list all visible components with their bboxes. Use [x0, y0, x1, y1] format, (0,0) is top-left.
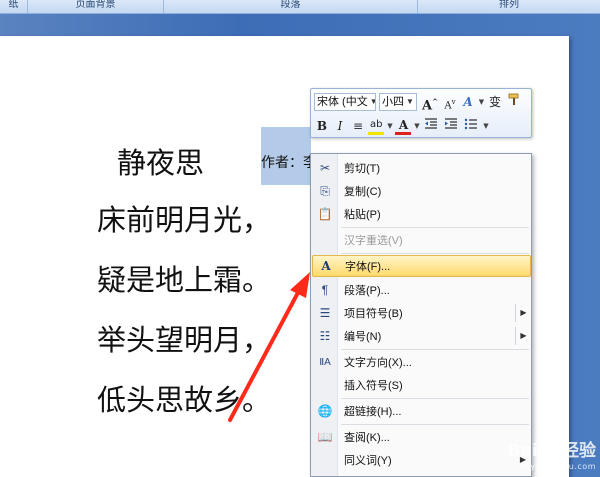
ribbon-group-paragraph[interactable]: 段落	[164, 0, 418, 13]
italic-button[interactable]: I	[332, 117, 348, 135]
submenu-arrow-icon[interactable]: ▶	[515, 327, 531, 345]
menu-item-label: 插入符号(S)	[344, 380, 403, 392]
increase-indent-icon	[445, 118, 458, 129]
menu-item-label: 文字方向(X)...	[344, 357, 412, 369]
menu-item-label: 超链接(H)...	[344, 406, 402, 418]
numbering-icon: ☷	[319, 329, 331, 343]
copy-icon: ⎘	[320, 183, 330, 198]
menu-separator	[341, 349, 529, 350]
poem-line[interactable]: 疑是地上霜。	[97, 257, 271, 299]
bullets-icon	[465, 118, 478, 130]
submenu-arrow-icon[interactable]: ▶	[515, 304, 531, 322]
menu-item-synonyms[interactable]: 同义词(Y) ▶	[312, 449, 531, 471]
ribbon-group-arrange[interactable]: 排列	[418, 0, 600, 13]
menu-item-paste[interactable]: 📋 粘贴(P)	[312, 203, 531, 225]
ribbon-group-label: 纸	[8, 0, 19, 10]
font-color-icon: A	[398, 117, 409, 132]
bullets-button[interactable]	[462, 117, 480, 135]
poem-line[interactable]: 床前明月光，	[97, 197, 271, 239]
chevron-down-icon[interactable]: ▼	[386, 117, 393, 135]
menu-item-copy[interactable]: ⎘ 复制(C)	[312, 180, 531, 202]
paragraph-icon: ¶	[321, 283, 329, 297]
chevron-down-icon[interactable]: ▼	[413, 117, 420, 135]
menu-item-label: 查阅(K)...	[344, 432, 390, 444]
ribbon-group-label: 页面背景	[75, 0, 116, 10]
grow-font-button[interactable]: A^	[420, 93, 440, 114]
bold-button[interactable]: B	[314, 117, 330, 135]
menu-separator	[341, 398, 529, 399]
ribbon-strip: 纸 页面背景 段落 排列	[0, 0, 600, 14]
font-color-button[interactable]: A	[395, 117, 412, 135]
book-icon: 📖	[317, 430, 333, 444]
menu-item-label: 字体(F)...	[345, 261, 391, 273]
poem-line[interactable]: 低头思故乡。	[97, 377, 271, 419]
menu-item-paragraph[interactable]: ¶ 段落(P)...	[312, 279, 531, 301]
ribbon-group-paper[interactable]: 纸	[0, 0, 28, 13]
context-menu: ✂ 剪切(T) ⎘ 复制(C) 📋 粘贴(P) 汉字重选(V) A 字体(F).…	[310, 153, 532, 477]
shrink-font-button[interactable]: Av	[442, 93, 458, 111]
grow-font-icon: A	[422, 98, 433, 114]
menu-item-label: 复制(C)	[344, 186, 382, 198]
format-painter-icon	[508, 93, 519, 105]
chevron-down-icon[interactable]: ▼	[478, 93, 485, 111]
font-size-combo[interactable]: 小四 ▼	[379, 93, 417, 111]
chevron-down-icon: ▼	[406, 97, 414, 106]
menu-item-label: 汉字重选(V)	[344, 235, 403, 247]
globe-icon: 🌐	[317, 404, 333, 418]
bullets-icon: ☰	[319, 306, 331, 320]
text-direction-icon: ⅡA	[319, 356, 331, 368]
text-styles-button[interactable]: A	[460, 93, 476, 111]
phonetic-icon: 变	[488, 95, 501, 109]
styles-icon: A	[463, 95, 473, 109]
center-align-button[interactable]: ≡	[350, 117, 366, 135]
menu-item-label: 编号(N)	[344, 331, 382, 343]
mini-format-toolbar: 宋体 (中文 ▼ 小四 ▼ A^ Av A ▼ 变 B I ≡ ab ▼ A ▼	[310, 88, 532, 138]
font-name-value: 宋体 (中文	[317, 96, 368, 108]
menu-item-label: 项目符号(B)	[344, 308, 403, 320]
highlight-button[interactable]: ab	[368, 118, 385, 135]
menu-item-bullets[interactable]: ☰ 项目符号(B) ▶	[312, 302, 531, 324]
poem-line[interactable]: 举头望明月，	[97, 317, 271, 359]
increase-indent-button[interactable]	[442, 117, 460, 135]
format-painter-button[interactable]	[505, 93, 523, 111]
ribbon-group-page-background[interactable]: 页面背景	[28, 0, 164, 13]
decrease-indent-button[interactable]	[422, 117, 440, 135]
poem-title[interactable]: 静夜思	[117, 140, 204, 182]
menu-item-reconvert: 汉字重选(V)	[312, 229, 531, 251]
watermark-url: jingyan.baidu.com	[513, 462, 596, 471]
decrease-indent-icon	[425, 118, 438, 129]
paste-icon: 📋	[317, 207, 333, 221]
menu-item-lookup[interactable]: 📖 查阅(K)...	[312, 426, 531, 448]
menu-item-insert-symbol[interactable]: 插入符号(S)	[312, 374, 531, 396]
menu-item-label: 同义词(Y)	[344, 455, 392, 467]
menu-item-numbering[interactable]: ☷ 编号(N) ▶	[312, 325, 531, 347]
menu-item-font[interactable]: A 字体(F)...	[312, 255, 531, 277]
menu-item-label: 粘贴(P)	[344, 209, 381, 221]
shrink-font-icon: A	[444, 100, 452, 112]
menu-separator	[341, 227, 529, 228]
phonetic-guide-button[interactable]: 变	[487, 93, 503, 111]
highlight-icon: ab	[370, 118, 383, 130]
ribbon-group-label: 段落	[280, 0, 301, 10]
menu-item-label: 剪切(T)	[344, 163, 381, 175]
font-icon: A	[321, 259, 331, 273]
chevron-down-icon: ▼	[370, 94, 375, 110]
watermark-brand: Baidu经验	[507, 441, 596, 461]
font-size-value: 小四	[382, 96, 404, 108]
menu-item-hyperlink[interactable]: 🌐 超链接(H)...	[312, 400, 531, 422]
scissors-icon: ✂	[319, 161, 331, 175]
menu-item-text-direction[interactable]: ⅡA 文字方向(X)...	[312, 351, 531, 373]
menu-item-cut[interactable]: ✂ 剪切(T)	[312, 157, 531, 179]
menu-separator	[341, 253, 529, 254]
ribbon-group-label: 排列	[499, 0, 519, 10]
baidu-watermark: Baidu经验 jingyan.baidu.com	[507, 443, 596, 475]
poem-author[interactable]: 作者：李	[261, 152, 317, 172]
font-name-combo[interactable]: 宋体 (中文 ▼	[314, 93, 376, 111]
menu-separator	[341, 424, 529, 425]
menu-item-label: 段落(P)...	[344, 285, 390, 297]
chevron-down-icon[interactable]: ▼	[482, 117, 489, 135]
